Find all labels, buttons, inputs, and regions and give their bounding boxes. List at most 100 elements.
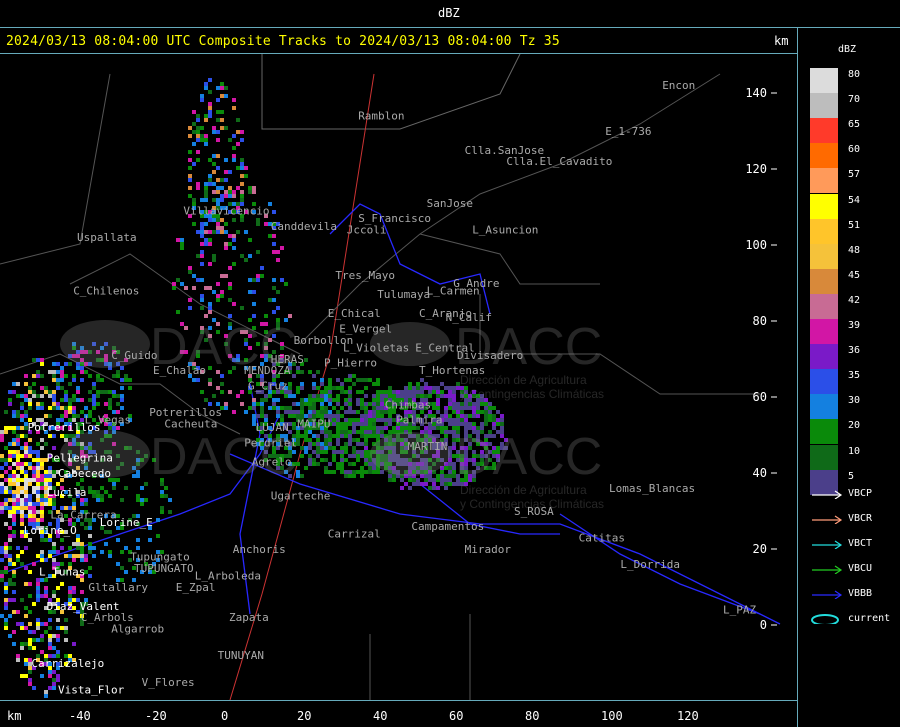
echo-pixel [180, 242, 184, 246]
echo-pixel [20, 674, 24, 678]
echo-pixel [16, 498, 20, 502]
radar-map-canvas[interactable]: DACCDACCDACCDirección de Agriculturay Co… [0, 54, 797, 700]
echo-pixel [52, 390, 56, 394]
echo-pixel [32, 382, 36, 386]
echo-pixel [64, 374, 68, 378]
echo-pixel [108, 530, 112, 534]
echo-pixel [8, 478, 12, 482]
echo-pixel [32, 394, 36, 398]
echo-pixel [60, 386, 64, 390]
echo-pixel [92, 402, 96, 406]
echo-pixel [484, 402, 488, 406]
echo-pixel [36, 458, 40, 462]
echo-pixel [88, 574, 92, 578]
echo-pixel [12, 562, 16, 566]
echo-pixel [188, 266, 192, 270]
echo-pixel [448, 390, 452, 394]
place-label: C_Guido [111, 349, 157, 362]
echo-pixel [40, 474, 44, 478]
echo-pixel [232, 218, 236, 222]
echo-pixel [248, 190, 252, 194]
dbz-swatch [810, 218, 838, 244]
echo-pixel [412, 478, 416, 482]
echo-pixel [360, 434, 364, 438]
echo-pixel [60, 538, 64, 542]
echo-pixel [308, 462, 312, 466]
echo-pixel [88, 522, 92, 526]
echo-pixel [48, 686, 52, 690]
echo-pixel [424, 386, 428, 390]
echo-pixel [388, 394, 392, 398]
echo-pixel [20, 462, 24, 466]
radar-map[interactable]: DACC DACC DACC Dirección de Agricultura y Co… [0, 54, 797, 700]
echo-pixel [436, 386, 440, 390]
echo-pixel [328, 470, 332, 474]
track-label: current [848, 613, 891, 624]
echo-pixel [372, 422, 376, 426]
echo-pixel [20, 470, 24, 474]
echo-pixel [456, 414, 460, 418]
echo-pixel [216, 294, 220, 298]
echo-pixel [348, 470, 352, 474]
place-label: Perdriel [244, 436, 297, 449]
echo-pixel [392, 474, 396, 478]
echo-pixel [40, 358, 44, 362]
radar-window: dBZ 2024/03/13 08:04:00 UTC Composite Tr… [0, 0, 900, 727]
echo-pixel [68, 546, 72, 550]
echo-pixel [436, 398, 440, 402]
y-tick-label: 40 [753, 466, 767, 480]
echo-pixel [16, 454, 20, 458]
echo-pixel [232, 154, 236, 158]
echo-pixel [424, 482, 428, 486]
echo-pixel [252, 190, 256, 194]
echo-pixel [204, 222, 208, 226]
echo-pixel [12, 430, 16, 434]
echo-pixel [16, 494, 20, 498]
echo-pixel [324, 442, 328, 446]
echo-pixel [48, 646, 52, 650]
echo-pixel [456, 406, 460, 410]
echo-pixel [16, 554, 20, 558]
echo-pixel [332, 422, 336, 426]
echo-pixel [448, 402, 452, 406]
echo-pixel [20, 510, 24, 514]
echo-pixel [204, 86, 208, 90]
echo-pixel [0, 558, 4, 562]
echo-pixel [240, 130, 244, 134]
echo-pixel [40, 482, 44, 486]
echo-pixel [60, 378, 64, 382]
echo-pixel [360, 406, 364, 410]
echo-pixel [276, 250, 280, 254]
echo-pixel [28, 390, 32, 394]
echo-pixel [364, 450, 368, 454]
echo-pixel [8, 498, 12, 502]
track-arrow-icon [812, 565, 843, 574]
place-label: Villavicencio [183, 205, 269, 218]
place-label: L_Carmen [427, 284, 480, 297]
echo-pixel [196, 254, 200, 258]
echo-pixel [32, 518, 36, 522]
echo-pixel [244, 410, 248, 414]
echo-pixel [100, 486, 104, 490]
echo-pixel [452, 394, 456, 398]
echo-pixel [48, 434, 52, 438]
echo-pixel [72, 394, 76, 398]
echo-pixel [232, 106, 236, 110]
echo-pixel [80, 398, 84, 402]
echo-pixel [32, 458, 36, 462]
echo-pixel [20, 414, 24, 418]
echo-pixel [40, 510, 44, 514]
echo-pixel [4, 478, 8, 482]
echo-pixel [208, 286, 212, 290]
echo-pixel [360, 422, 364, 426]
echo-pixel [244, 258, 248, 262]
echo-pixel [40, 458, 44, 462]
echo-pixel [412, 482, 416, 486]
dbz-swatch [810, 419, 838, 445]
echo-pixel [36, 450, 40, 454]
echo-pixel [216, 218, 220, 222]
echo-pixel [56, 650, 60, 654]
echo-pixel [276, 414, 280, 418]
echo-pixel [80, 502, 84, 506]
echo-pixel [312, 434, 316, 438]
